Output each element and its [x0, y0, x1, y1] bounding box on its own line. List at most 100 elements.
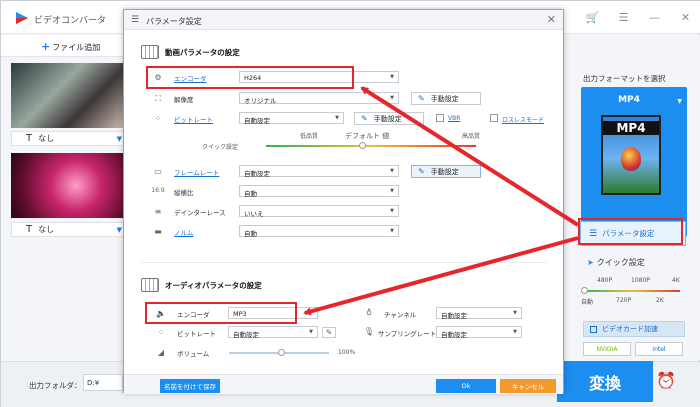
- gpu-acceleration-button[interactable]: ビデオカード加速: [583, 321, 685, 337]
- chevron-down-icon[interactable]: ▼: [677, 98, 682, 105]
- resolution-manual-button[interactable]: ✎ 手動設定: [411, 92, 481, 105]
- channel-label: チャンネル: [384, 311, 417, 319]
- ok-button[interactable]: Ok: [436, 379, 496, 393]
- alarm-clock-icon[interactable]: ⏰: [656, 371, 676, 390]
- section-divider: [142, 262, 547, 263]
- framerate-value: 自動設定: [244, 170, 270, 178]
- output-format-label: 出力フォーマットを選択: [583, 74, 666, 83]
- quick-tick-label: 1080P: [631, 277, 650, 284]
- manual-label: 手動設定: [373, 114, 402, 123]
- close-icon[interactable]: ✕: [670, 1, 700, 34]
- menu-icon[interactable]: ☰: [608, 1, 639, 34]
- framerate-manual-button[interactable]: ✎ 手動設定: [411, 165, 481, 178]
- text-icon: T: [26, 224, 33, 235]
- chevron-down-icon: ▼: [390, 208, 394, 214]
- pencil-icon[interactable]: ✎: [322, 327, 336, 338]
- film-settings-icon: [141, 45, 159, 59]
- channel-icon: ♁: [366, 308, 372, 317]
- gpu-acceleration-label: ビデオカード加速: [602, 325, 658, 333]
- aspect-ratio-icon: 16:9: [151, 187, 165, 194]
- frame-icon: ▭: [154, 167, 162, 176]
- quick-setting-slider[interactable]: [584, 290, 680, 292]
- balloon-icon: [621, 147, 641, 171]
- sample-rate-label: サンプリングレート: [378, 330, 437, 338]
- chevron-down-icon: ▼: [513, 329, 517, 335]
- chevron-down-icon: ▼: [309, 329, 313, 335]
- norm-value: 自動: [244, 230, 257, 238]
- pencil-icon: ✎: [418, 94, 425, 103]
- save-as-button[interactable]: 名前を付けて保存: [160, 379, 220, 393]
- high-quality-label: 高品質: [462, 133, 481, 140]
- monitor-icon: ▬: [154, 227, 162, 236]
- volume-icon: ◢: [157, 348, 165, 357]
- format-card[interactable]: MP4 ▼ MP4: [581, 87, 687, 237]
- framerate-select[interactable]: 自動設定 ▼: [239, 165, 399, 178]
- mp4-format-icon: MP4: [601, 115, 661, 195]
- parameter-button-highlight: [578, 218, 683, 245]
- quick-tick-label: 480P: [597, 277, 613, 284]
- deinterlace-value: いいえ: [244, 210, 264, 218]
- audio-bitrate-select[interactable]: 自動設定 ▼: [228, 326, 318, 339]
- quick-tick-label: 720P: [616, 297, 632, 304]
- video-thumbnail-1[interactable]: [11, 63, 129, 128]
- channel-select[interactable]: 自動設定 ▼: [436, 307, 522, 320]
- norm-select[interactable]: 自動 ▼: [239, 225, 399, 238]
- bitrate-icon: ⁘: [157, 328, 165, 337]
- output-panel: 出力フォーマットを選択 MP4 ▼ MP4 ☰ パラメータ設定 ➤ クイック設定 …: [567, 35, 700, 360]
- sliders-icon: ☰: [131, 15, 140, 25]
- lossless-label[interactable]: ロスレスモード: [502, 115, 544, 124]
- add-file-button[interactable]: + ファイル追加: [41, 40, 100, 53]
- audio-settings-icon: [141, 278, 159, 292]
- resolution-value: オリジナル: [244, 97, 277, 105]
- convert-button[interactable]: 変換: [557, 361, 653, 402]
- audio-section-header: オーディオパラメータの設定: [141, 278, 262, 292]
- chevron-down-icon: ▼: [513, 310, 517, 316]
- app-title: ビデオコンバータ: [34, 16, 107, 26]
- quick-tick-label: 2K: [656, 297, 664, 304]
- video-encoder-highlight: [146, 66, 354, 89]
- intel-badge: intel: [635, 342, 683, 356]
- bitrate-icon: ⁘: [154, 114, 162, 123]
- resolution-select[interactable]: オリジナル ▼: [239, 92, 399, 105]
- video-thumbnail-2[interactable]: [11, 153, 129, 218]
- volume-slider-knob[interactable]: [278, 349, 285, 356]
- volume-label: ボリューム: [177, 350, 210, 358]
- close-icon[interactable]: ✕: [547, 13, 556, 26]
- quality-slider[interactable]: [266, 145, 476, 147]
- deinterlace-icon: ≡: [154, 207, 162, 216]
- video-section-header: 動画パラメータの設定: [141, 45, 240, 59]
- dialog-title: パラメータ設定: [146, 17, 202, 26]
- lossless-checkbox[interactable]: [490, 114, 498, 122]
- aspect-ratio-label: 縦横比: [174, 189, 194, 197]
- quick-setting-label: クイック設定: [596, 258, 645, 267]
- quick-setting-heading: ➤ クイック設定: [587, 257, 645, 268]
- sample-rate-select[interactable]: 自動設定 ▼: [436, 326, 522, 339]
- subtitle-select-2[interactable]: T なし ▼: [11, 222, 129, 237]
- add-file-label: ファイル追加: [52, 43, 101, 52]
- output-folder-input[interactable]: D:¥: [83, 374, 123, 391]
- subtitle-select-1[interactable]: T なし ▼: [11, 131, 129, 146]
- format-name: MP4: [618, 95, 640, 105]
- subtitle-value-2: なし: [38, 225, 55, 234]
- deinterlace-select[interactable]: いいえ ▼: [239, 205, 399, 218]
- aspect-ratio-select[interactable]: 自動 ▼: [239, 185, 399, 198]
- minimize-icon[interactable]: —: [639, 1, 670, 34]
- cart-icon[interactable]: 🛒: [577, 1, 608, 34]
- cancel-button[interactable]: キャンセル: [500, 379, 556, 393]
- low-quality-label: 低品質: [300, 133, 319, 140]
- volume-value: 100%: [338, 349, 356, 356]
- video-bitrate-select[interactable]: 自動設定 ▼: [239, 112, 344, 125]
- video-bitrate-value: 自動設定: [244, 117, 270, 125]
- chevron-down-icon: ▼: [116, 226, 122, 234]
- file-toolbar: + ファイル追加: [1, 35, 129, 57]
- quality-slider-knob[interactable]: [359, 142, 366, 149]
- video-bitrate-label: ビットレート: [174, 116, 213, 124]
- bitrate-manual-button[interactable]: ✎ 手動設定: [354, 112, 424, 125]
- quick-setting-knob[interactable]: [581, 287, 588, 294]
- vbr-checkbox[interactable]: [436, 114, 444, 122]
- plus-icon: +: [41, 40, 51, 53]
- mp4-icon-label: MP4: [603, 121, 659, 135]
- vbr-label[interactable]: VBR: [448, 115, 460, 122]
- nvidia-badge: NVIDIA: [583, 342, 631, 356]
- audio-bitrate-value: 自動設定: [233, 331, 259, 339]
